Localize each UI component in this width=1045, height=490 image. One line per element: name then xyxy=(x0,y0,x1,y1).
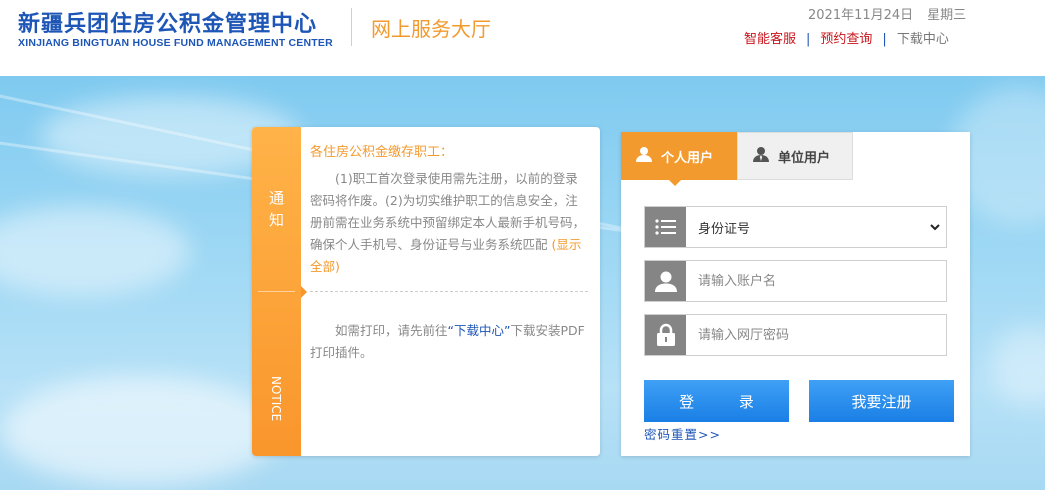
notice-side-char-1: 通 xyxy=(268,189,284,207)
register-button[interactable]: 我要注册 xyxy=(809,380,954,422)
username-input[interactable] xyxy=(686,261,946,301)
password-input[interactable] xyxy=(686,315,946,355)
business-person-icon xyxy=(752,145,770,167)
password-reset-link[interactable]: 密码重置>> xyxy=(644,424,721,443)
notice-panel: 通 知 NOTICE 各住房公积金缴存职工： (1)职工首次登录使用需先注册，以… xyxy=(252,127,600,456)
notice-arrow xyxy=(301,286,307,298)
link-download-center[interactable]: 下载中心 xyxy=(897,32,949,47)
link-appointment-query[interactable]: 预约查询 xyxy=(820,32,872,47)
top-links: 智能客服 | 预约查询 | 下载中心 xyxy=(744,28,949,47)
link-separator: | xyxy=(806,32,811,47)
weekday-text: 星期三 xyxy=(927,8,967,23)
date-text: 2021年11月24日 xyxy=(808,8,914,23)
notice-content: 各住房公积金缴存职工： (1)职工首次登录使用需先注册，以前的登录密码将作废。(… xyxy=(310,141,590,278)
notice-paragraph-2-before: 如需打印，请先前往 xyxy=(335,323,448,338)
list-icon xyxy=(645,207,686,247)
logo-subtitle: XINJIANG BINGTUAN HOUSE FUND MANAGEMENT … xyxy=(18,37,333,49)
cloud xyxy=(0,206,190,296)
user-icon xyxy=(645,261,686,301)
notice-side-label: 通 知 xyxy=(252,187,301,231)
chevron-down-icon xyxy=(930,221,940,236)
link-smart-service[interactable]: 智能客服 xyxy=(744,32,796,47)
login-panel: 个人用户 单位用户 身份证号 登 录 我要注册 密码重置>> xyxy=(621,132,970,456)
hall-title: 网上服务大厅 xyxy=(371,17,491,41)
id-type-selected: 身份证号 xyxy=(698,221,751,237)
tab-business-user[interactable]: 单位用户 xyxy=(737,132,853,180)
tab-business-user-label: 单位用户 xyxy=(778,150,831,166)
notice-divider xyxy=(310,291,588,292)
date-display: 2021年11月24日 星期三 xyxy=(808,4,966,23)
notice-paragraph-2: 如需打印，请先前往“下载中心”下载安装PDF打印插件。 xyxy=(310,320,590,364)
id-type-field: 身份证号 xyxy=(644,206,947,248)
login-button[interactable]: 登 录 xyxy=(644,380,789,422)
tab-personal-user-label: 个人用户 xyxy=(661,150,714,166)
logo-title[interactable]: 新疆兵团住房公积金管理中心 xyxy=(18,6,317,38)
header-divider xyxy=(351,8,352,46)
notice-title: 各住房公积金缴存职工： xyxy=(310,145,454,160)
username-field xyxy=(644,260,947,302)
person-icon xyxy=(635,145,653,167)
download-center-link[interactable]: “下载中心” xyxy=(448,323,511,338)
id-type-select[interactable]: 身份证号 xyxy=(686,207,946,247)
notice-side-char-2: 知 xyxy=(268,211,284,229)
notice-side-label-en: NOTICE xyxy=(269,376,283,422)
header: 新疆兵团住房公积金管理中心 XINJIANG BINGTUAN HOUSE FU… xyxy=(0,0,1045,76)
tab-personal-user[interactable]: 个人用户 xyxy=(621,132,737,180)
link-separator: | xyxy=(882,32,887,47)
lock-icon xyxy=(645,315,686,355)
notice-paragraph-1-text: (1)职工首次登录使用需先注册，以前的登录密码将作废。(2)为切实维护职工的信息… xyxy=(310,171,586,252)
cloud xyxy=(0,376,280,486)
cloud xyxy=(990,326,1045,406)
password-field xyxy=(644,314,947,356)
notice-paragraph-1: (1)职工首次登录使用需先注册，以前的登录密码将作废。(2)为切实维护职工的信息… xyxy=(310,168,590,278)
active-tab-caret xyxy=(669,180,681,186)
notice-side-divider xyxy=(258,291,295,292)
